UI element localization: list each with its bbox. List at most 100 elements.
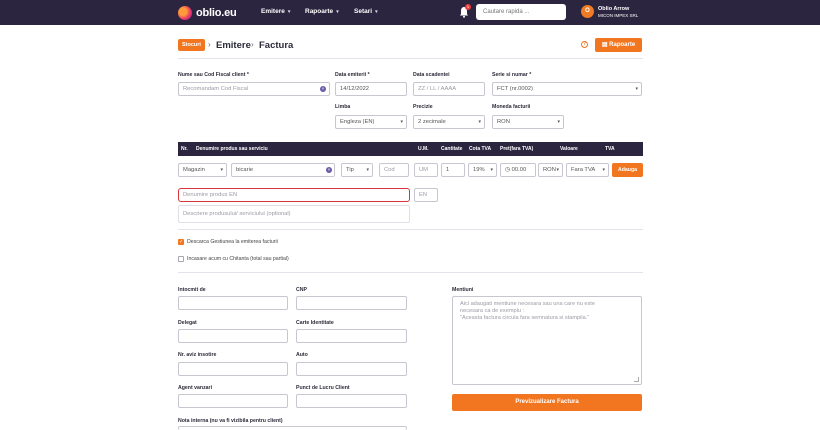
column-header-um: U.M.	[418, 146, 429, 152]
nav-menu-rapoarte[interactable]: Rapoarte ▾	[305, 8, 339, 15]
add-product-button[interactable]: Adauga	[612, 163, 643, 177]
work-point-label: Punct de Lucru Client	[296, 385, 350, 391]
rapoarte-button-label: Rapoarte	[609, 42, 636, 48]
series-label: Serie si numar *	[492, 72, 532, 78]
nav-menu-label: Rapoarte	[305, 8, 334, 15]
column-header-vat: TVA	[605, 146, 615, 152]
management-select[interactable]: Magazin ▾	[178, 163, 227, 177]
shipping-notice-label: Nr. aviz insotire	[178, 352, 217, 358]
currency-select[interactable]: RON ▾	[492, 115, 564, 129]
divider	[178, 272, 643, 273]
issue-date-label: Data emiterii *	[335, 72, 370, 78]
issue-date-input[interactable]: 14/12/2022	[335, 82, 407, 96]
sales-agent-label: Agent vanzari	[178, 385, 213, 391]
user-company: MICON IMPEX SRL	[598, 13, 639, 18]
help-icon[interactable]: ?	[581, 41, 588, 48]
breadcrumb-separator: ›	[208, 40, 211, 49]
product-type-value: Tip	[346, 167, 354, 173]
column-header-quantity: Cantitate	[441, 146, 463, 152]
vat-rate-select[interactable]: 19% ▾	[468, 163, 497, 177]
chevron-down-icon: ▾	[336, 8, 339, 15]
currency-value: RON	[497, 119, 510, 125]
id-card-input[interactable]	[296, 329, 407, 343]
auto-label: Auto	[296, 352, 308, 358]
rapoarte-button[interactable]: ▤ Rapoarte	[595, 38, 642, 52]
precision-value: 2 zecimale	[418, 119, 446, 125]
internal-note-input[interactable]	[178, 426, 407, 430]
precision-label: Precizie	[413, 104, 433, 110]
vat-rate-value: 19%	[473, 167, 485, 173]
nav-menu-setari[interactable]: Setari ▾	[354, 8, 378, 15]
client-input[interactable]: Recomandam Cod Fiscal	[178, 82, 330, 96]
oblio-logo[interactable]: oblio.eu	[178, 5, 237, 20]
user-name[interactable]: Oblio Arrow	[598, 6, 629, 12]
delegate-input[interactable]	[178, 329, 288, 343]
unit-input[interactable]: UM	[414, 163, 438, 177]
series-value: FCT (nr.0002)	[497, 86, 533, 92]
product-description-input[interactable]: Descriere produsului/ serviciului (optio…	[178, 205, 410, 223]
cnp-input[interactable]	[296, 296, 407, 310]
breadcrumb-emitere[interactable]: Emitere	[216, 40, 251, 51]
vat-mode-select[interactable]: Fara TVA ▾	[566, 163, 609, 177]
resize-handle-icon[interactable]	[634, 377, 639, 382]
chevron-down-icon: ▾	[400, 119, 403, 125]
quick-search-input[interactable]: Cautare rapida ...	[476, 4, 566, 20]
row-currency-select[interactable]: RON ▾	[538, 163, 563, 177]
sales-agent-input[interactable]	[178, 394, 288, 408]
chevron-down-icon: ▾	[287, 8, 291, 15]
column-header-price: Pret(fara TVA)	[500, 146, 534, 152]
avatar[interactable]: O	[581, 5, 594, 18]
chevron-down-icon: ▾	[366, 167, 369, 173]
nav-menu-label: Emitere	[261, 8, 285, 15]
product-name-input[interactable]: bicarie	[231, 163, 335, 177]
mentions-placeholder-line: "Aceasta factura circula fara semnatura …	[460, 315, 590, 321]
product-type-select[interactable]: Tip ▾	[341, 163, 373, 177]
page-title: Factura	[259, 40, 294, 51]
precision-select[interactable]: 2 zecimale ▾	[413, 115, 485, 129]
language-tag: EN	[414, 188, 438, 202]
internal-note-label: Nota interna (nu va fi vizibila pentru c…	[178, 418, 283, 424]
product-code-input[interactable]: Cod	[379, 163, 409, 177]
notification-badge: 1	[465, 4, 471, 10]
chevron-down-icon: ▾	[220, 167, 223, 173]
oblio-logo-mark	[178, 5, 192, 20]
work-point-input[interactable]	[296, 394, 407, 408]
logo-text: oblio.eu	[196, 6, 237, 19]
discharge-stock-label[interactable]: Descarca Gestiunea la emiterea facturii	[187, 239, 278, 245]
column-header-value: Valoare	[560, 146, 578, 152]
divider	[178, 58, 643, 59]
due-date-input[interactable]: ZZ / LL / AAAA	[413, 82, 485, 96]
product-name-en-input[interactable]: Denumire produs EN	[178, 188, 410, 202]
stocuri-button[interactable]: Stocuri	[178, 39, 205, 51]
mentions-placeholder-line: Aici adaugati mentiune necesara sau una …	[460, 301, 595, 307]
series-select[interactable]: FCT (nr.0002) ▾	[492, 82, 642, 96]
drawn-up-by-input[interactable]	[178, 296, 288, 310]
mentions-label: Mentiuni	[452, 287, 474, 293]
chevron-down-icon: ▾	[490, 167, 493, 173]
language-value: Engleza (EN)	[340, 119, 375, 125]
chevron-down-icon: ▾	[635, 86, 638, 92]
preview-invoice-button[interactable]: Previzualizare Factura	[452, 394, 642, 411]
cash-receipt-checkbox[interactable]	[178, 256, 184, 262]
chevron-down-icon: ▾	[602, 167, 605, 173]
clear-icon[interactable]: ×	[320, 86, 326, 92]
nav-menu-label: Setari	[354, 8, 373, 15]
nav-menu-emitere[interactable]: Emitere ▾	[261, 8, 290, 15]
quantity-input[interactable]: 1	[441, 163, 465, 177]
delegate-label: Delegat	[178, 320, 197, 326]
price-input[interactable]: ◷ 00.00	[500, 163, 536, 177]
column-header-nr: Nr.	[181, 146, 188, 152]
breadcrumb-separator: ›	[251, 40, 254, 49]
auto-input[interactable]	[296, 362, 407, 376]
cash-receipt-label[interactable]: Incasare acum cu Chitanta (total sau par…	[187, 256, 289, 262]
divider	[178, 229, 643, 230]
language-select[interactable]: Engleza (EN) ▾	[335, 115, 407, 129]
id-card-label: Carte Identitate	[296, 320, 334, 326]
cnp-label: CNP	[296, 287, 307, 293]
client-label: Nume sau Cod Fiscal client *	[178, 72, 249, 78]
shipping-notice-input[interactable]	[178, 362, 288, 376]
chevron-down-icon: ▾	[375, 8, 378, 15]
discharge-stock-checkbox[interactable]: ✓	[178, 239, 184, 245]
clear-icon[interactable]: ×	[326, 167, 332, 173]
mentions-textarea[interactable]: Aici adaugati mentiune necesara sau una …	[452, 296, 642, 385]
